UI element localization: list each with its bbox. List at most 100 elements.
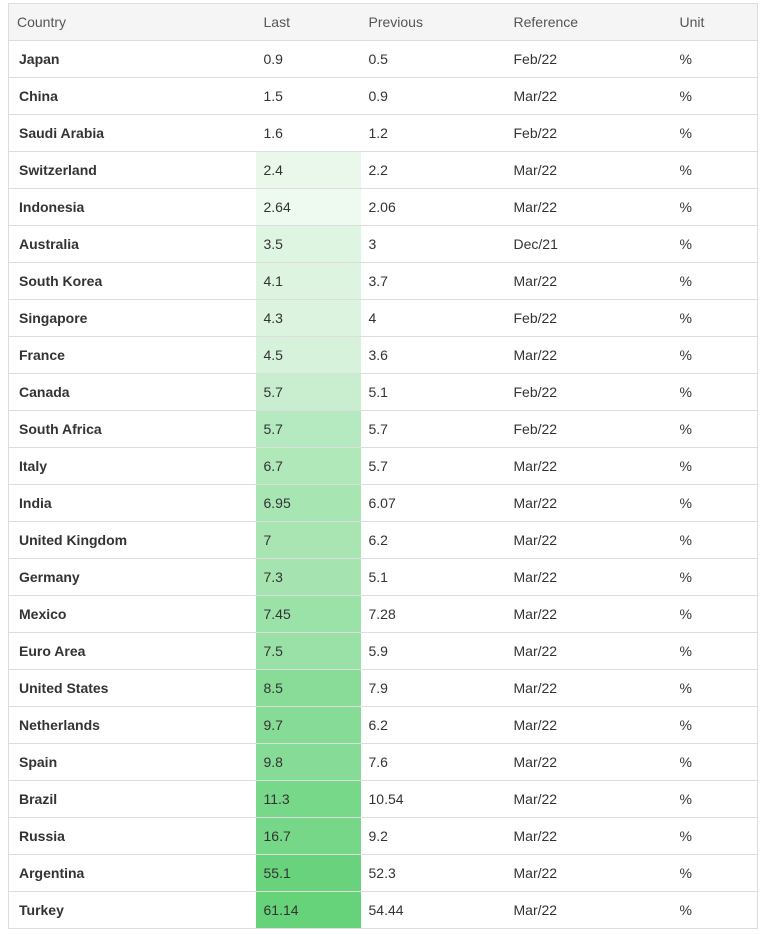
unit-cell: % xyxy=(671,669,758,707)
country-cell[interactable]: Argentina xyxy=(8,854,256,892)
reference-cell: Mar/22 xyxy=(505,817,672,855)
last-cell: 55.1 xyxy=(255,854,361,892)
table-row: Euro Area 7.5 5.9 Mar/22% xyxy=(8,632,758,670)
header-unit[interactable]: Unit xyxy=(671,3,758,41)
previous-cell: 4 xyxy=(360,299,506,337)
country-cell[interactable]: Mexico xyxy=(8,595,256,633)
last-cell: 8.5 xyxy=(255,669,361,707)
table-row: Turkey 61.14 54.44 Mar/22% xyxy=(8,891,758,929)
country-cell[interactable]: Netherlands xyxy=(8,706,256,744)
country-cell[interactable]: France xyxy=(8,336,256,374)
table-row: Netherlands 9.7 6.2 Mar/22% xyxy=(8,706,758,744)
reference-cell: Mar/22 xyxy=(505,484,672,522)
country-cell[interactable]: Germany xyxy=(8,558,256,596)
unit-cell: % xyxy=(671,817,758,855)
last-cell: 2.64 xyxy=(255,188,361,226)
table-row: South Africa 5.7 5.7 Feb/22% xyxy=(8,410,758,448)
table-row: United States 8.5 7.9 Mar/22% xyxy=(8,669,758,707)
header-last[interactable]: Last xyxy=(255,3,361,41)
country-cell[interactable]: Spain xyxy=(8,743,256,781)
unit-cell: % xyxy=(671,743,758,781)
country-cell[interactable]: United States xyxy=(8,669,256,707)
table-row: India 6.95 6.07 Mar/22% xyxy=(8,484,758,522)
country-cell[interactable]: Japan xyxy=(8,40,256,78)
previous-cell: 0.5 xyxy=(360,40,506,78)
reference-cell: Feb/22 xyxy=(505,299,672,337)
table-row: China 1.5 0.9 Mar/22% xyxy=(8,77,758,115)
country-cell[interactable]: South Korea xyxy=(8,262,256,300)
reference-cell: Mar/22 xyxy=(505,521,672,559)
previous-cell: 52.3 xyxy=(360,854,506,892)
previous-cell: 6.2 xyxy=(360,521,506,559)
previous-cell: 54.44 xyxy=(360,891,506,929)
unit-cell: % xyxy=(671,225,758,263)
country-cell[interactable]: Euro Area xyxy=(8,632,256,670)
reference-cell: Mar/22 xyxy=(505,743,672,781)
previous-cell: 7.28 xyxy=(360,595,506,633)
last-cell: 2.4 xyxy=(255,151,361,189)
unit-cell: % xyxy=(671,188,758,226)
previous-cell: 7.6 xyxy=(360,743,506,781)
country-cell[interactable]: Canada xyxy=(8,373,256,411)
unit-cell: % xyxy=(671,706,758,744)
table-row: South Korea 4.1 3.7 Mar/22% xyxy=(8,262,758,300)
reference-cell: Mar/22 xyxy=(505,669,672,707)
previous-cell: 5.1 xyxy=(360,558,506,596)
country-cell[interactable]: Saudi Arabia xyxy=(8,114,256,152)
unit-cell: % xyxy=(671,40,758,78)
reference-cell: Mar/22 xyxy=(505,706,672,744)
previous-cell: 2.06 xyxy=(360,188,506,226)
reference-cell: Mar/22 xyxy=(505,262,672,300)
previous-cell: 0.9 xyxy=(360,77,506,115)
last-cell: 61.14 xyxy=(255,891,361,929)
unit-cell: % xyxy=(671,262,758,300)
table-row: Japan 0.9 0.5 Feb/22% xyxy=(8,40,758,78)
reference-cell: Mar/22 xyxy=(505,336,672,374)
table-row: United Kingdom 7 6.2 Mar/22% xyxy=(8,521,758,559)
country-cell[interactable]: South Africa xyxy=(8,410,256,448)
country-cell[interactable]: Turkey xyxy=(8,891,256,929)
reference-cell: Mar/22 xyxy=(505,151,672,189)
country-cell[interactable]: Italy xyxy=(8,447,256,485)
country-cell[interactable]: Indonesia xyxy=(8,188,256,226)
header-previous[interactable]: Previous xyxy=(360,3,506,41)
reference-cell: Mar/22 xyxy=(505,595,672,633)
previous-cell: 2.2 xyxy=(360,151,506,189)
table-row: Italy 6.7 5.7 Mar/22% xyxy=(8,447,758,485)
last-cell: 7 xyxy=(255,521,361,559)
reference-cell: Mar/22 xyxy=(505,447,672,485)
table-row: France 4.5 3.6 Mar/22% xyxy=(8,336,758,374)
last-cell: 3.5 xyxy=(255,225,361,263)
last-cell: 7.3 xyxy=(255,558,361,596)
reference-cell: Feb/22 xyxy=(505,373,672,411)
country-cell[interactable]: Switzerland xyxy=(8,151,256,189)
header-reference[interactable]: Reference xyxy=(505,3,672,41)
unit-cell: % xyxy=(671,299,758,337)
table-row: Saudi Arabia 1.6 1.2 Feb/22% xyxy=(8,114,758,152)
table-row: Spain 9.8 7.6 Mar/22% xyxy=(8,743,758,781)
country-cell[interactable]: China xyxy=(8,77,256,115)
previous-cell: 5.7 xyxy=(360,447,506,485)
previous-cell: 7.9 xyxy=(360,669,506,707)
table-row: Brazil 11.3 10.54 Mar/22% xyxy=(8,780,758,818)
last-cell: 11.3 xyxy=(255,780,361,818)
unit-cell: % xyxy=(671,632,758,670)
unit-cell: % xyxy=(671,891,758,929)
country-cell[interactable]: Russia xyxy=(8,817,256,855)
country-cell[interactable]: Australia xyxy=(8,225,256,263)
country-cell[interactable]: Singapore xyxy=(8,299,256,337)
reference-cell: Mar/22 xyxy=(505,632,672,670)
last-cell: 16.7 xyxy=(255,817,361,855)
header-country[interactable]: Country xyxy=(8,3,256,41)
previous-cell: 3.6 xyxy=(360,336,506,374)
country-cell[interactable]: Brazil xyxy=(8,780,256,818)
table-row: Australia 3.5 3 Dec/21% xyxy=(8,225,758,263)
table-row: Canada 5.7 5.1 Feb/22% xyxy=(8,373,758,411)
unit-cell: % xyxy=(671,447,758,485)
previous-cell: 6.07 xyxy=(360,484,506,522)
country-cell[interactable]: India xyxy=(8,484,256,522)
country-cell[interactable]: United Kingdom xyxy=(8,521,256,559)
last-cell: 5.7 xyxy=(255,410,361,448)
unit-cell: % xyxy=(671,484,758,522)
unit-cell: % xyxy=(671,780,758,818)
